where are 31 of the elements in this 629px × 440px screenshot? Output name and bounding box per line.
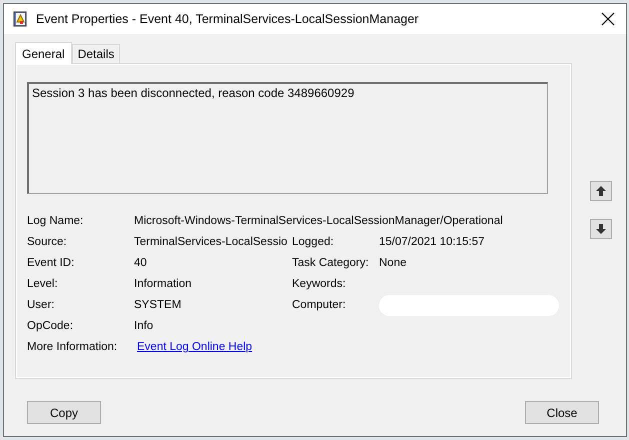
description-box: Session 3 has been disconnected, reason code 3489660929 — [27, 82, 548, 194]
window-title: Event Properties - Event 40, TerminalServices-LocalSessionManager — [36, 12, 420, 26]
field-label: Computer: — [292, 298, 347, 313]
field-label: Event ID: — [27, 256, 76, 271]
field-value: 40 — [134, 256, 148, 271]
down-arrow-button[interactable] — [590, 219, 612, 239]
dialog-button[interactable]: Close — [525, 401, 599, 424]
field-value: 15/07/2021 10:15:57 — [379, 235, 486, 250]
up-arrow-icon — [595, 185, 607, 197]
field-label: More Information: — [27, 340, 118, 355]
tab[interactable]: General — [15, 42, 72, 64]
field-value: TerminalServices-LocalSessio — [134, 235, 288, 250]
up-arrow-button[interactable] — [590, 181, 612, 201]
field-value: Information — [134, 277, 193, 292]
field-label: Keywords: — [292, 277, 347, 292]
tab[interactable]: Details — [72, 44, 120, 63]
field-label: Logged: — [292, 235, 335, 250]
field-label: User: — [27, 298, 56, 313]
down-arrow-icon — [595, 223, 607, 235]
field-label: Log Name: — [27, 214, 84, 229]
field-value: Info — [134, 319, 154, 334]
dialog-button[interactable]: Copy — [27, 401, 101, 424]
field-value: SYSTEM — [134, 298, 182, 313]
field-label: Task Category: — [292, 256, 370, 271]
field-label: Source: — [27, 235, 68, 250]
field-label: Level: — [27, 277, 59, 292]
event-log-icon — [12, 11, 28, 27]
help-link[interactable]: Event Log Online Help — [137, 341, 252, 353]
field-value: None — [379, 256, 408, 271]
field-label: OpCode: — [27, 319, 74, 334]
field-value: Microsoft-Windows-TerminalServices-LocalSessionManager/Operational — [134, 214, 504, 229]
